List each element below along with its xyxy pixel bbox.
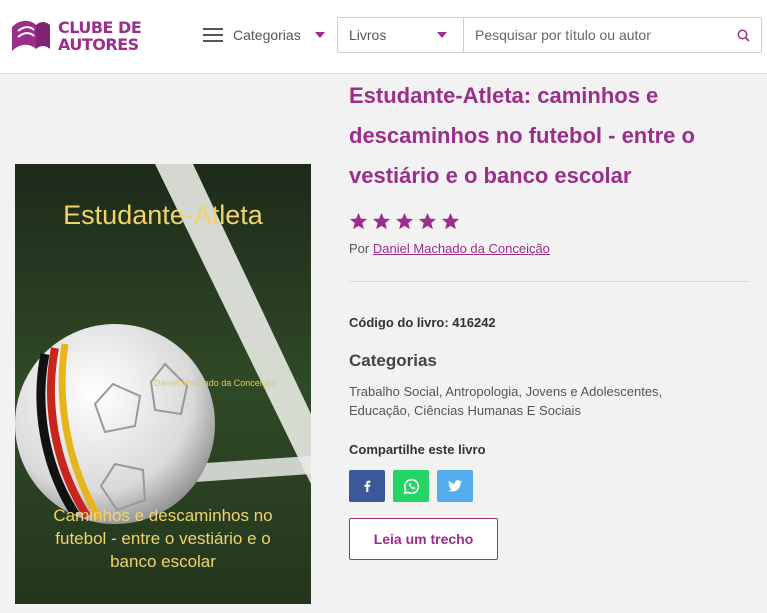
facebook-icon [364,480,371,492]
share-whatsapp-button[interactable] [393,470,429,502]
hamburger-menu-icon [203,28,223,42]
book-code-label: Código do livro: [349,315,449,330]
site-logo[interactable]: CLUBE DE AUTORES [6,10,146,62]
book-cover-image[interactable]: Estudante-Atleta Daniel Machado da Conce… [15,164,311,604]
book-code: Código do livro: 416242 [349,315,496,330]
cover-artwork: Estudante-Atleta Daniel Machado da Conce… [15,164,311,604]
search-bar: Livros [337,17,762,53]
share-twitter-button[interactable] [437,470,473,502]
star-icon [441,212,460,230]
cover-subtitle-line-3: banco escolar [110,552,216,571]
divider [349,281,749,282]
categories-heading: Categorias [349,351,437,370]
search-type-select[interactable]: Livros [338,18,464,52]
author-link[interactable]: Daniel Machado da Conceição [373,241,550,256]
cover-subtitle-line-2: futebol - entre o vestiário e o [55,529,270,548]
author-byline: Por Daniel Machado da Conceição [349,241,550,256]
top-navigation-bar: CLUBE DE AUTORES Categorias Livros [0,0,767,74]
categories-menu-toggle[interactable]: Categorias [203,22,325,48]
logo-line-1: CLUBE DE [58,18,142,37]
chevron-down-icon [437,32,447,38]
search-icon [737,29,750,42]
cover-title: Estudante-Atleta [63,200,264,230]
by-label: Por [349,241,370,256]
whatsapp-icon [403,478,419,494]
logo-line-2: AUTORES [58,35,139,54]
book-logo-icon [12,20,50,51]
cover-author: Daniel Machado da Conceição [154,378,277,388]
share-heading: Compartilhe este livro [349,442,486,457]
twitter-icon [448,480,462,492]
read-excerpt-button[interactable]: Leia um trecho [349,518,498,560]
cover-subtitle-line-1: Caminhos e descaminhos no [53,506,272,525]
logo-wordmark: CLUBE DE AUTORES [58,18,142,54]
star-icon [418,212,437,230]
star-icon [349,212,368,230]
star-icon [372,212,391,230]
search-input[interactable] [464,18,725,52]
star-icon [395,212,414,230]
categories-list: Trabalho Social, Antropologia, Jovens e … [349,384,663,418]
share-buttons [349,470,473,502]
search-button[interactable] [725,18,761,52]
book-code-value: 416242 [452,315,496,330]
categories-menu-label: Categorias [233,27,301,43]
star-rating [349,212,460,231]
search-type-value: Livros [349,27,387,43]
chevron-down-icon [314,32,325,38]
book-title: Estudante-Atleta: caminhos e descaminhos… [349,83,695,188]
share-facebook-button[interactable] [349,470,385,502]
